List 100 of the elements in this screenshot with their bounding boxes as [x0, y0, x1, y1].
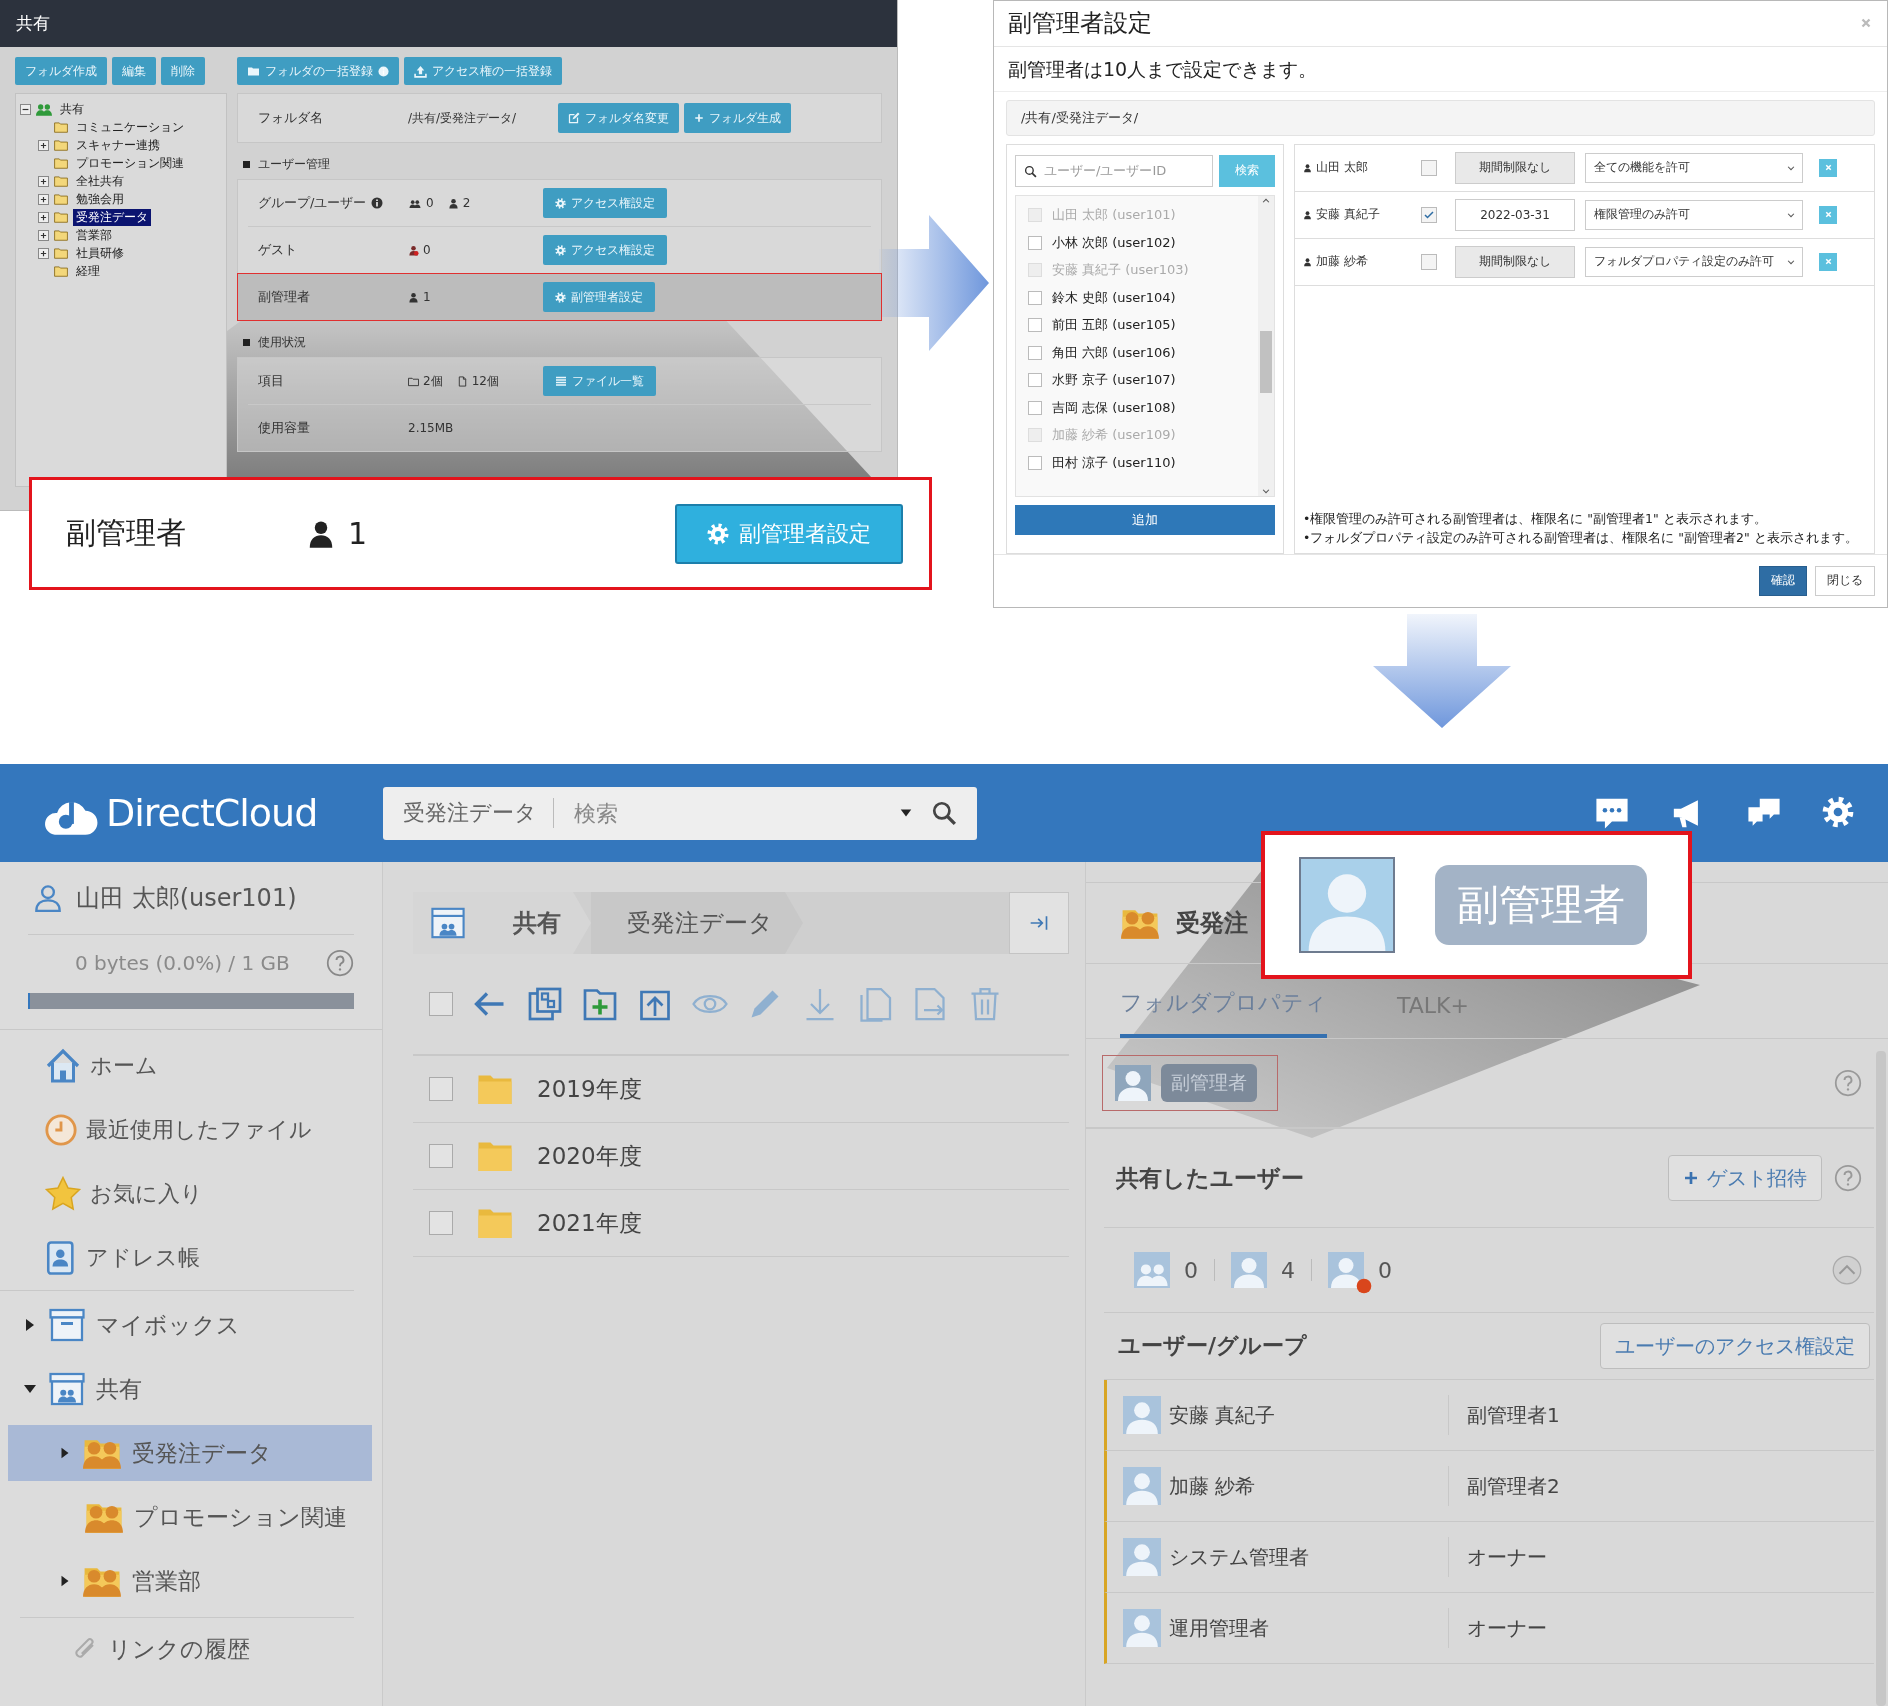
member-role: 副管理者2 — [1466, 1472, 1560, 1500]
access-settings-button[interactable]: ユーザーのアクセス権設定 — [1600, 1323, 1870, 1369]
tree-item[interactable]: 共有 — [8, 1367, 372, 1411]
footnote: •フォルダプロパティ設定のみ許可される副管理者は、権限名に "副管理者2" と表示されます。 — [1303, 529, 1859, 547]
tree-item[interactable]: 営業部 — [8, 1553, 372, 1609]
folder-name[interactable]: 2021年度 — [537, 1207, 642, 1239]
user-option[interactable]: 小林 次郎 (user102) — [1052, 233, 1176, 252]
settings-button[interactable]: アクセス権設定 — [543, 235, 667, 265]
date-field[interactable]: 2022-03-31 — [1455, 198, 1575, 231]
row-label: ゲスト — [258, 241, 297, 259]
member-role: オーナー — [1466, 1614, 1547, 1642]
window-title: 共有 — [16, 12, 50, 35]
tree-item[interactable]: 全社共有 — [73, 172, 127, 190]
user-name: 安藤 真紀子 — [1316, 206, 1380, 224]
tree-item[interactable]: プロモーション関連 — [73, 154, 187, 172]
settings-button[interactable]: アクセス権設定 — [543, 188, 667, 218]
folder-title: 受発注 — [1176, 908, 1248, 939]
confirm-button[interactable]: 確認 — [1759, 565, 1807, 596]
search-field[interactable]: 検索 — [572, 799, 881, 827]
nav-item[interactable]: ホーム — [44, 1044, 158, 1088]
dialog-title: 副管理者設定 — [1008, 8, 1152, 40]
count: 2個 — [423, 372, 443, 390]
usage-value: 2.15MB — [408, 421, 454, 435]
user-name: 山田 太郎 — [1316, 159, 1368, 177]
close-button[interactable]: 閉じる — [1815, 565, 1875, 596]
member-name: 加藤 紗希 — [1169, 1472, 1256, 1500]
row-label: 副管理者 — [258, 288, 310, 306]
tree-item[interactable]: 社員研修 — [73, 244, 127, 262]
member-role: オーナー — [1466, 1543, 1547, 1571]
section-heading: 使用状況 — [258, 333, 306, 351]
user-option[interactable]: 田村 涼子 (user110) — [1052, 453, 1176, 472]
user-option[interactable]: 吉岡 志保 (user108) — [1052, 398, 1176, 417]
role-badge: 副管理者 — [1161, 1064, 1257, 1102]
permission-dropdown[interactable]: 権限管理のみ許可 — [1585, 199, 1803, 230]
field-label: フォルダ名 — [258, 109, 324, 127]
tree-item[interactable]: 受発注データ — [73, 208, 151, 226]
tree-item[interactable]: コミュニケーション — [73, 118, 187, 136]
member-name: 安藤 真紀子 — [1169, 1401, 1276, 1429]
settings-button[interactable]: ファイル一覧 — [543, 366, 656, 396]
tree-item[interactable]: 共有 — [57, 100, 87, 118]
search-bar[interactable]: 受発注データ 検索 — [383, 786, 977, 840]
toolbar-button[interactable]: 削除 — [161, 57, 205, 85]
add-button[interactable]: 追加 — [1015, 504, 1275, 535]
search-field[interactable]: ユーザー/ユーザーID — [1015, 154, 1213, 187]
user-option[interactable]: 角田 六郎 (user106) — [1052, 343, 1176, 362]
count: 12個 — [471, 372, 499, 390]
count: 1 — [423, 290, 431, 304]
count: 0 — [1378, 1257, 1392, 1283]
folder-path: /共有/受発注データ/ — [1006, 99, 1875, 136]
nav-item[interactable]: お気に入り — [44, 1172, 203, 1216]
footnote: •権限管理のみ許可される副管理者は、権限名に "副管理者1" と表示されます。 — [1303, 510, 1768, 528]
row-label: グループ/ユーザー — [258, 194, 367, 212]
no-limit-button[interactable]: 期間制限なし — [1455, 151, 1575, 184]
bulk-register-button[interactable]: アクセス権の一括登録 — [404, 57, 562, 85]
toolbar-button[interactable]: 編集 — [112, 57, 156, 85]
tree-item[interactable]: 受発注データ — [8, 1425, 372, 1481]
count: 0 — [426, 196, 434, 210]
bulk-register-button[interactable]: フォルダの一括登録 — [237, 57, 399, 85]
section-heading: 共有したユーザー — [1116, 1163, 1304, 1193]
search-scope[interactable]: 受発注データ — [403, 798, 554, 828]
count: 4 — [1281, 1257, 1295, 1283]
folder-path: /共有/受発注データ/ — [408, 109, 518, 127]
toolbar-button[interactable]: フォルダ作成 — [15, 57, 107, 85]
member-role: 副管理者1 — [1466, 1401, 1560, 1429]
nav-item[interactable]: リンクの履歴 — [108, 1634, 250, 1665]
breadcrumb-item[interactable]: 受発注データ — [591, 892, 803, 954]
no-limit-button[interactable]: 期間制限なし — [1455, 245, 1575, 278]
section-heading: ユーザー管理 — [258, 155, 330, 173]
folder-action-button[interactable]: フォルダ生成 — [684, 103, 791, 133]
folder-name[interactable]: 2019年度 — [537, 1073, 642, 1105]
nav-item[interactable]: アドレス帳 — [44, 1236, 200, 1280]
column-heading: ユーザー/グループ — [1118, 1332, 1308, 1360]
permission-dropdown[interactable]: フォルダプロパティ設定のみ許可 — [1585, 246, 1803, 277]
tree-item[interactable]: プロモーション関連 — [8, 1489, 372, 1545]
user-count: 1 — [348, 516, 368, 551]
folder-action-button[interactable]: フォルダ名変更 — [558, 103, 679, 133]
tree-item[interactable]: スキャナー連携 — [73, 136, 163, 154]
user-option[interactable]: 鈴木 史郎 (user104) — [1052, 288, 1176, 307]
tree-item[interactable]: マイボックス — [8, 1303, 372, 1347]
user-name: 加藤 紗希 — [1316, 253, 1368, 271]
user-name: 山田 太郎(user101) — [76, 883, 297, 914]
row-label: 使用容量 — [258, 419, 310, 437]
logo-text: DirectCloud — [106, 791, 318, 835]
tree-item[interactable]: 営業部 — [73, 226, 115, 244]
nav-item[interactable]: 最近使用したファイル — [44, 1108, 312, 1152]
member-name: システム管理者 — [1169, 1543, 1309, 1571]
dialog-note: 副管理者は10人まで設定できます。 — [994, 46, 1887, 92]
user-option[interactable]: 水野 京子 (user107) — [1052, 371, 1176, 390]
breadcrumb-item[interactable]: 共有 — [483, 892, 591, 954]
count: 0 — [423, 243, 431, 257]
role-badge: 副管理者 — [1435, 865, 1647, 945]
count: 2 — [462, 196, 471, 210]
storage-usage: 0 bytes (0.0%) / 1 GB — [75, 951, 290, 975]
tree-item[interactable]: 経理 — [73, 262, 103, 280]
permission-dropdown[interactable]: 全ての機能を許可 — [1585, 152, 1803, 183]
user-option[interactable]: 前田 五郎 (user105) — [1052, 316, 1176, 335]
settings-button[interactable]: 副管理者設定 — [543, 282, 655, 312]
invite-guest-button[interactable]: ゲスト招待 — [1668, 1155, 1822, 1201]
tree-item[interactable]: 勉強会用 — [73, 190, 127, 208]
folder-name[interactable]: 2020年度 — [537, 1140, 642, 1172]
